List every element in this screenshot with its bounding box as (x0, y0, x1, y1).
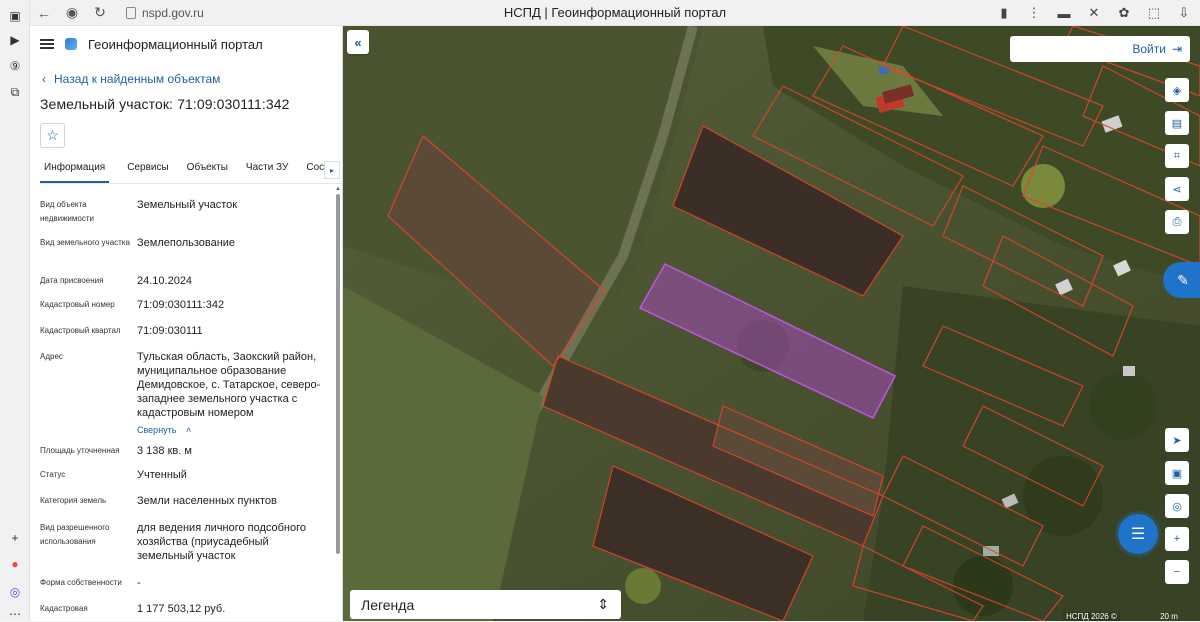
property-value: Земли населенных пунктов (137, 495, 277, 507)
property-value: Землепользование (137, 237, 236, 249)
property-value: для ведения личного подсобного хозяйства… (137, 522, 307, 562)
parcel-title: Земельный участок: 71:09:030111:342 (40, 96, 290, 112)
ext-four-icon[interactable]: ⬚ (1142, 2, 1166, 24)
tab-parts[interactable]: Части ЗУ (246, 158, 288, 183)
collapse-link[interactable]: Свернуть ˄ (137, 420, 191, 438)
property-label: Статус (40, 470, 66, 479)
favorite-star-button[interactable]: ☆ (40, 123, 65, 148)
print-icon[interactable]: ⎙ (1165, 210, 1189, 234)
tabs-scroll-right-button[interactable]: ▸ (324, 161, 340, 179)
property-label: Адрес (40, 352, 63, 361)
property-value: 24.10.2024 (137, 275, 193, 287)
url-text: nspd.gov.ru (142, 5, 204, 20)
chevron-up-icon: ˄ (180, 425, 192, 435)
property-label: Кадастровый номер (40, 300, 115, 309)
property-label: Площадь уточненная (40, 446, 120, 455)
nine-icon[interactable]: ⑨ (7, 58, 23, 74)
map-tools-top: ◈ ▤ ⌗ ⋖ ⎙ (1165, 78, 1189, 243)
tab-objects[interactable]: Объекты (187, 158, 228, 183)
hamburger-menu-icon[interactable] (40, 39, 54, 49)
property-value: 71:09:030111 (137, 325, 203, 337)
chat-icon[interactable]: ☰ (1118, 514, 1158, 554)
ext-three-icon[interactable]: ✿ (1112, 2, 1136, 24)
property-label: Вид разрешенного использования (40, 523, 110, 546)
shield-icon[interactable]: ◉ (58, 0, 86, 26)
share-icon[interactable]: ⋖ (1165, 177, 1189, 201)
download-icon[interactable]: ⇩ (1172, 2, 1196, 24)
ext-one-icon[interactable]: ▬ (1052, 2, 1076, 24)
map-view[interactable]: « Войти ⇥ ◈ ▤ ⌗ ⋖ ⎙ ✎ ➤ ▣ ◎ + − ☰ Легенд… (343, 26, 1200, 621)
address-value: Тульская область, Заокский район, муници… (137, 351, 321, 419)
property-value: - (137, 577, 141, 589)
property-label: Дата присвоения (40, 276, 104, 285)
double-chevron-left-icon: « (354, 34, 362, 50)
property-label: Категория земель (40, 496, 107, 505)
portal-name: Геоинформационный портал (88, 36, 263, 52)
star-icon: ☆ (46, 127, 59, 143)
tab-information[interactable]: Информация (40, 158, 110, 183)
geolocation-icon[interactable]: ➤ (1165, 428, 1189, 452)
property-label: Кадастровая (40, 604, 88, 613)
media-icon[interactable]: ▶ (7, 32, 23, 48)
layers-icon[interactable]: ◈ (1165, 78, 1189, 102)
satellite-imagery (343, 26, 1200, 621)
browser-toolbar: ← ◉ ↻ nspd.gov.ru НСПД | Геоинформационн… (30, 0, 1200, 26)
zoom-out-button[interactable]: − (1165, 560, 1189, 584)
lock-icon (126, 6, 136, 19)
add-icon[interactable]: + (7, 530, 23, 546)
back-link-label: Назад к найденным объектам (54, 72, 221, 86)
assistant-icon[interactable]: ✎ (1163, 262, 1200, 298)
property-value: Учтенный (137, 469, 187, 481)
map-tools-bottom: ➤ ▣ ◎ + − (1165, 428, 1189, 593)
property-value: Земельный участок (137, 199, 238, 211)
zoom-in-button[interactable]: + (1165, 527, 1189, 551)
login-button[interactable]: Войти ⇥ (1010, 36, 1190, 62)
chevron-updown-icon: ⇕ (597, 596, 609, 612)
panel-scrollbar[interactable] (336, 194, 340, 554)
minimap-icon[interactable]: ▣ (1165, 461, 1189, 485)
portal-logo (64, 37, 78, 51)
map-scale: 20 m (1151, 612, 1187, 621)
property-value: 71:09:030111:342 (137, 299, 225, 311)
select-area-icon[interactable]: ⌗ (1165, 144, 1189, 168)
tab-services[interactable]: Сервисы (127, 158, 168, 183)
collapse-link-label: Свернуть (137, 425, 177, 435)
collapse-panel-button[interactable]: « (347, 30, 369, 54)
property-label: Вид земельного участка (40, 238, 130, 247)
reload-icon[interactable]: ↻ (86, 0, 114, 26)
ext-two-icon[interactable]: ✕ (1082, 2, 1106, 24)
menu-icon[interactable]: ⋮ (1022, 2, 1046, 24)
back-to-results-link[interactable]: ‹ Назад к найденным объектам (42, 72, 220, 86)
property-label: Кадастровый квартал (40, 326, 121, 335)
address-bar[interactable]: nspd.gov.ru (118, 3, 212, 23)
ruler-icon[interactable]: ▤ (1165, 111, 1189, 135)
info-tabs: Информация Сервисы Объекты Части ЗУ Сост… (40, 158, 342, 184)
login-icon: ⇥ (1171, 42, 1182, 56)
more-icon[interactable]: ⋯ (7, 606, 23, 622)
alice-icon[interactable]: ◎ (7, 584, 23, 600)
login-label: Войти (1132, 42, 1166, 56)
property-label: Вид объекта недвижимости (40, 200, 94, 223)
collections-icon[interactable]: ⧉ (7, 84, 23, 100)
zen-icon[interactable]: ● (7, 556, 23, 572)
scroll-up-arrow[interactable]: ▲ (335, 186, 341, 192)
legend-select[interactable]: Легенда ⇕ (350, 590, 621, 619)
bookmark-icon[interactable]: ▮ (992, 2, 1016, 24)
gps-icon[interactable]: ◎ (1165, 494, 1189, 518)
chevron-left-icon: ‹ (42, 72, 46, 86)
tabs-icon[interactable]: ▣ (7, 8, 23, 24)
property-value: 3 138 кв. м (137, 445, 192, 457)
back-arrow-icon[interactable]: ← (30, 0, 58, 26)
legend-label: Легенда (361, 596, 415, 613)
object-info-panel: Геоинформационный портал ‹ Назад к найде… (30, 26, 343, 621)
browser-sidebar: ▣ ▶ ⑨ ⧉ + ● ◎ ⋯ (0, 0, 30, 621)
map-copyright: НСПД 2026 © (1063, 612, 1120, 621)
property-label: Форма собственности (40, 578, 122, 587)
property-value: 1 177 503,12 руб. (137, 603, 226, 615)
